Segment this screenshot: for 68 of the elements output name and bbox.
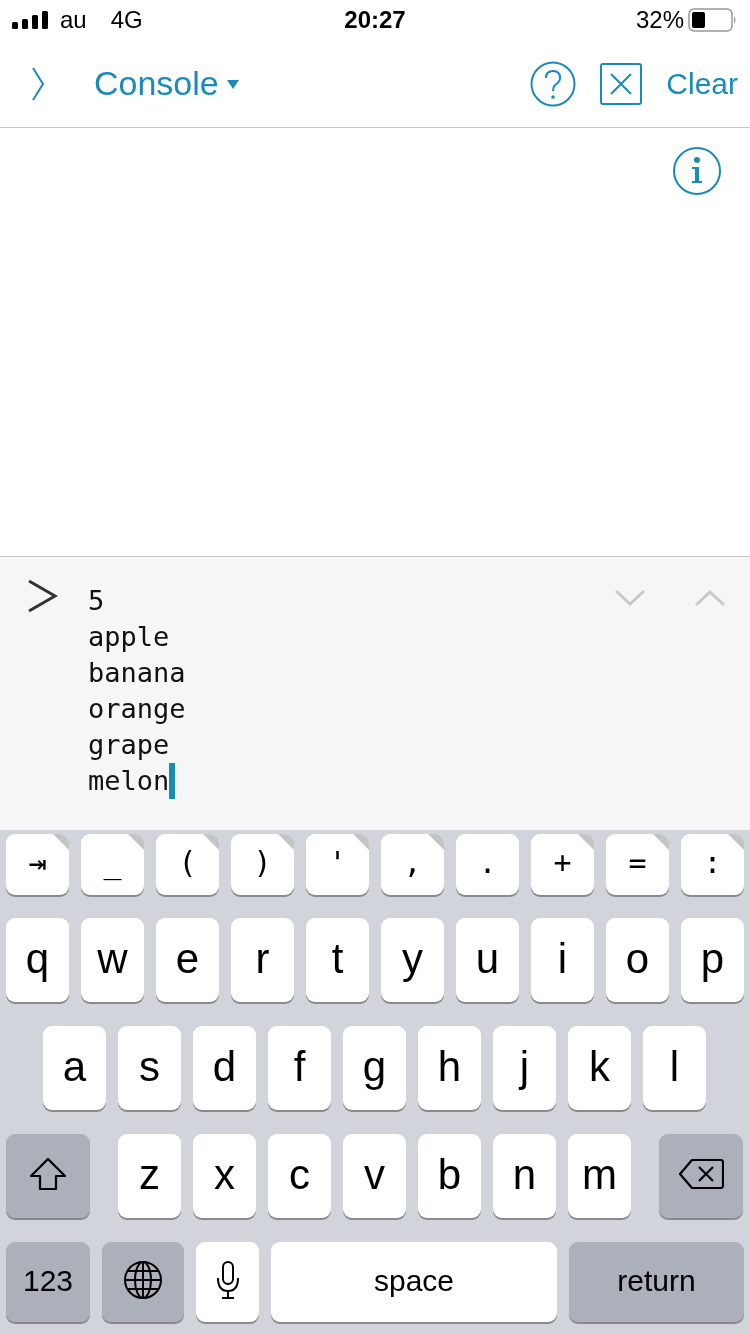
clear-button[interactable]: Clear	[666, 61, 738, 106]
close-icon	[600, 62, 643, 105]
carrier-name: au	[60, 5, 87, 35]
chevron-up-icon	[694, 589, 726, 607]
keyboard-key[interactable]: f	[268, 1026, 331, 1110]
keyboard-key[interactable]: k	[568, 1026, 631, 1110]
question-icon	[530, 60, 577, 107]
backspace-icon	[678, 1158, 724, 1190]
prompt-icon	[26, 579, 58, 613]
keyboard-key[interactable]: z	[118, 1134, 181, 1218]
help-button[interactable]	[530, 60, 577, 107]
signal-icon	[12, 11, 48, 29]
console-menu-button[interactable]: Console	[94, 58, 239, 109]
shift-key[interactable]	[6, 1134, 90, 1218]
numbers-key[interactable]: 123	[6, 1242, 90, 1322]
shift-icon	[28, 1156, 68, 1192]
keyboard-key[interactable]: p	[681, 918, 744, 1002]
keyboard-key[interactable]: v	[343, 1134, 406, 1218]
keyboard-key[interactable]: ,	[381, 834, 444, 895]
keyboard-key[interactable]: e	[156, 918, 219, 1002]
keyboard-key[interactable]: g	[343, 1026, 406, 1110]
battery-icon	[688, 8, 738, 32]
caret-icon	[226, 78, 239, 89]
keyboard-key[interactable]: ⇥	[6, 834, 69, 895]
text-cursor	[169, 763, 176, 799]
globe-icon	[123, 1260, 163, 1300]
keyboard-key[interactable]: l	[643, 1026, 706, 1110]
chevron-down-icon	[614, 589, 646, 607]
info-icon	[672, 146, 722, 196]
space-key[interactable]: space	[271, 1242, 557, 1322]
info-button[interactable]	[672, 146, 722, 196]
keyboard-key[interactable]: (	[156, 834, 219, 895]
keyboard-key[interactable]: .	[456, 834, 519, 895]
keyboard-key[interactable]: y	[381, 918, 444, 1002]
backspace-key[interactable]	[659, 1134, 743, 1218]
keyboard-key[interactable]: d	[193, 1026, 256, 1110]
keyboard-key[interactable]: s	[118, 1026, 181, 1110]
keyboard-key[interactable]: u	[456, 918, 519, 1002]
keyboard-key[interactable]: j	[493, 1026, 556, 1110]
keyboard-key[interactable]: b	[418, 1134, 481, 1218]
keyboard-key[interactable]: :	[681, 834, 744, 895]
clear-icon-button[interactable]	[600, 62, 643, 105]
keyboard-key[interactable]: o	[606, 918, 669, 1002]
keyboard-key[interactable]: i	[531, 918, 594, 1002]
sidebar-toggle[interactable]	[30, 65, 46, 102]
keyboard-key[interactable]: )	[231, 834, 294, 895]
keyboard-key[interactable]: a	[43, 1026, 106, 1110]
keyboard-key[interactable]: '	[306, 834, 369, 895]
keyboard-key[interactable]: t	[306, 918, 369, 1002]
return-key[interactable]: return	[569, 1242, 744, 1322]
keyboard-key[interactable]: c	[268, 1134, 331, 1218]
keyboard-key[interactable]: +	[531, 834, 594, 895]
globe-key[interactable]	[102, 1242, 184, 1322]
keyboard-key[interactable]: r	[231, 918, 294, 1002]
microphone-icon	[214, 1260, 241, 1300]
keyboard-key[interactable]: w	[81, 918, 144, 1002]
keyboard-key[interactable]: m	[568, 1134, 631, 1218]
keyboard-key[interactable]: =	[606, 834, 669, 895]
network-type: 4G	[110, 5, 143, 35]
chevron-right-icon	[30, 65, 46, 102]
keyboard-key[interactable]: h	[418, 1026, 481, 1110]
clock: 20:27	[343, 5, 407, 35]
battery-percent: 32%	[635, 5, 684, 35]
dictation-key[interactable]	[196, 1242, 259, 1322]
keyboard-key[interactable]: x	[193, 1134, 256, 1218]
keyboard-key[interactable]: n	[493, 1134, 556, 1218]
keyboard-key[interactable]: _	[81, 834, 144, 895]
keyboard-key[interactable]: q	[6, 918, 69, 1002]
